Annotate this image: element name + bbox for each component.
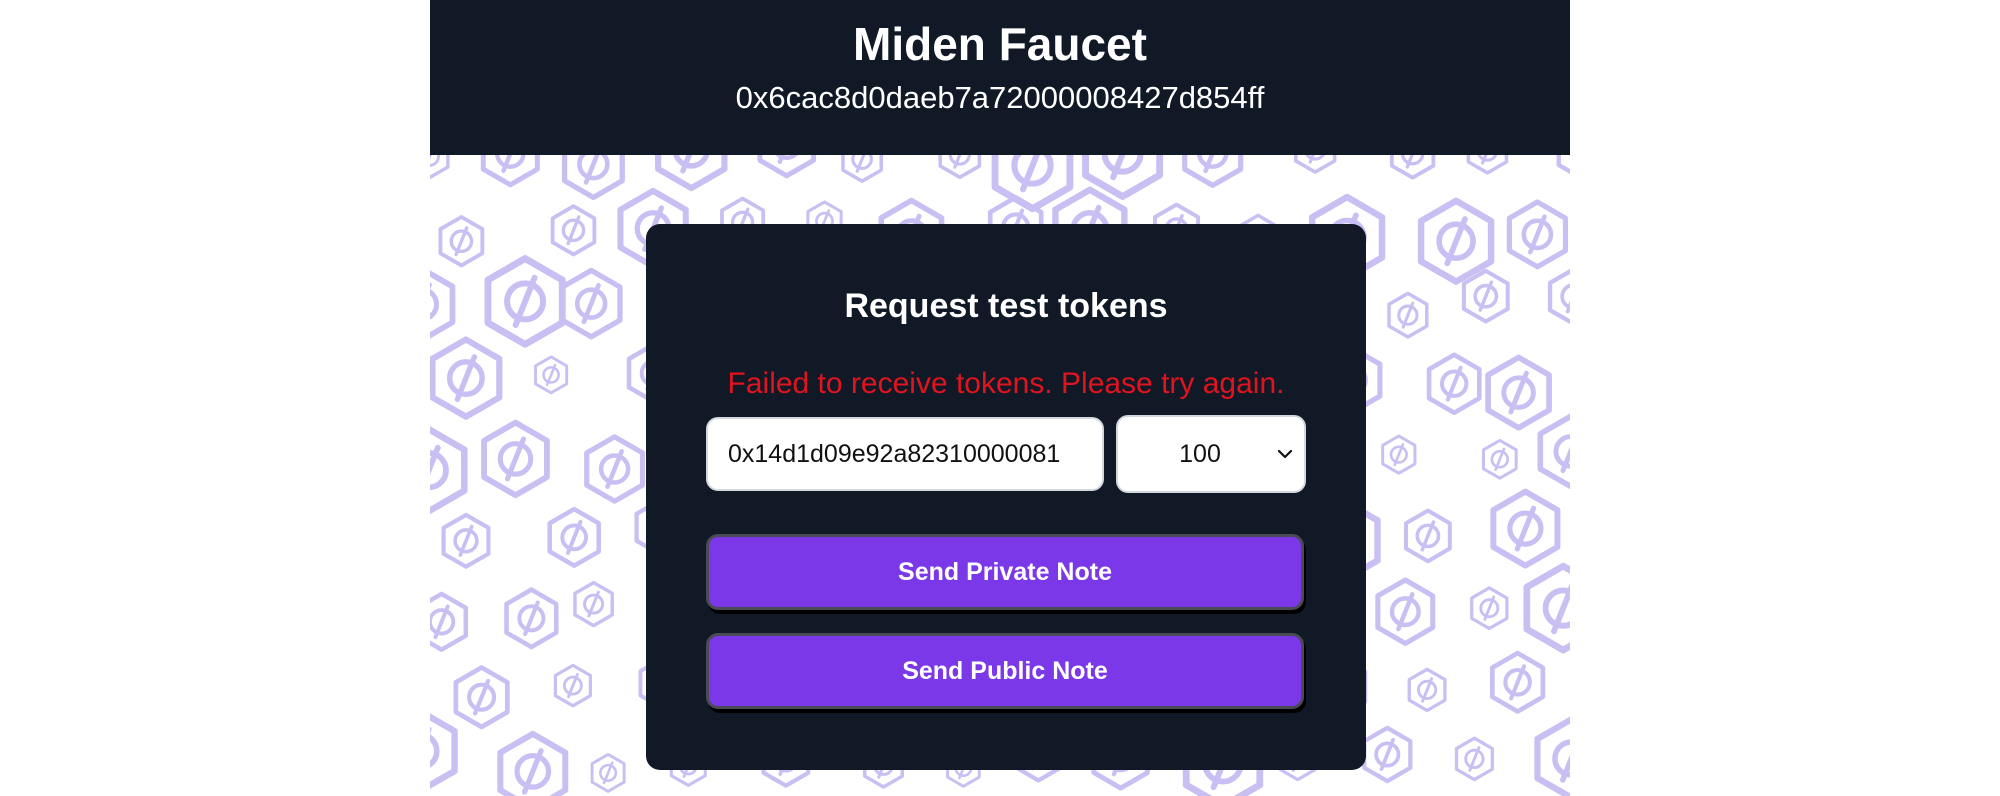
send-private-note-button[interactable]: Send Private Note — [706, 534, 1304, 610]
miden-logo-hexagon-icon — [500, 734, 565, 796]
miden-logo-hexagon-icon — [1185, 155, 1241, 185]
miden-logo-hexagon-icon — [1537, 719, 1570, 796]
miden-logo-hexagon-icon — [1364, 728, 1410, 781]
miden-logo-hexagon-icon — [1421, 201, 1491, 282]
miden-logo-hexagon-icon — [430, 155, 450, 180]
miden-logo-hexagon-icon — [488, 259, 562, 345]
chevron-down-icon — [1277, 449, 1293, 459]
miden-logo-hexagon-icon — [432, 340, 499, 417]
miden-logo-hexagon-icon — [456, 668, 507, 727]
miden-logo-hexagon-icon — [430, 711, 455, 791]
faucet-address: 0x6cac8d0daeb7a72000008427d854ff — [735, 80, 1265, 115]
miden-logo-hexagon-icon — [565, 155, 623, 197]
miden-logo-hexagon-icon — [430, 429, 464, 511]
miden-logo-hexagon-icon — [1527, 566, 1570, 650]
miden-logo-hexagon-icon — [1493, 492, 1557, 566]
miden-logo-hexagon-icon — [1488, 357, 1549, 427]
amount-selected-value: 100 — [1179, 440, 1221, 468]
miden-logo-hexagon-icon — [1454, 736, 1494, 782]
miden-logo-hexagon-icon — [553, 663, 593, 708]
miden-logo-hexagon-icon — [1540, 416, 1570, 486]
miden-logo-hexagon-icon — [1509, 202, 1565, 267]
miden-logo-hexagon-icon — [562, 270, 620, 336]
faucet-header: Miden Faucet 0x6cac8d0daeb7a72000008427d… — [430, 0, 1570, 155]
miden-logo-hexagon-icon — [1387, 291, 1429, 339]
miden-logo-hexagon-icon — [438, 215, 485, 268]
miden-logo-hexagon-icon — [550, 204, 597, 257]
miden-logo-hexagon-icon — [484, 423, 547, 496]
miden-logo-hexagon-icon — [1381, 434, 1417, 475]
miden-logo-hexagon-icon — [590, 752, 626, 793]
page: Miden Faucet 0x6cac8d0daeb7a72000008427d… — [0, 0, 2000, 796]
miden-logo-hexagon-icon — [658, 155, 724, 188]
error-message: Failed to receive tokens. Please try aga… — [727, 367, 1285, 400]
miden-logo-hexagon-icon — [1481, 438, 1518, 480]
miden-logo-hexagon-icon — [760, 155, 814, 176]
miden-logo-hexagon-icon — [444, 515, 489, 567]
miden-logo-hexagon-icon — [1470, 586, 1509, 631]
miden-logo-hexagon-icon — [1429, 355, 1479, 413]
miden-logo-hexagon-icon — [534, 355, 569, 395]
miden-logo-hexagon-icon — [938, 155, 982, 180]
request-tokens-card: Request test tokens Failed to receive to… — [646, 224, 1366, 770]
miden-logo-hexagon-icon — [1550, 269, 1570, 323]
send-public-note-button[interactable]: Send Public Note — [706, 633, 1304, 709]
account-id-input[interactable] — [706, 417, 1104, 491]
miden-logo-hexagon-icon — [1464, 271, 1508, 322]
card-title: Request test tokens — [844, 287, 1168, 325]
miden-logo-hexagon-icon — [1294, 155, 1337, 174]
miden-logo-hexagon-icon — [1559, 155, 1570, 179]
miden-logo-hexagon-icon — [1492, 653, 1543, 711]
miden-logo-hexagon-icon — [1389, 155, 1436, 180]
miden-logo-hexagon-icon — [1378, 580, 1433, 643]
miden-logo-hexagon-icon — [550, 509, 599, 566]
amount-select[interactable]: 100 — [1116, 415, 1306, 493]
miden-logo-hexagon-icon — [483, 155, 537, 185]
page-title: Miden Faucet — [853, 18, 1147, 70]
miden-logo-hexagon-icon — [430, 269, 453, 341]
app-frame: Miden Faucet 0x6cac8d0daeb7a72000008427d… — [430, 0, 1570, 796]
miden-logo-hexagon-icon — [841, 155, 884, 183]
miden-logo-hexagon-icon — [507, 590, 557, 647]
miden-logo-hexagon-icon — [587, 437, 643, 501]
miden-logo-hexagon-icon — [430, 594, 466, 650]
miden-logo-hexagon-icon — [1466, 155, 1509, 175]
miden-logo-hexagon-icon — [1406, 511, 1450, 562]
miden-logo-hexagon-icon — [573, 580, 614, 628]
miden-logo-hexagon-icon — [1407, 667, 1447, 713]
